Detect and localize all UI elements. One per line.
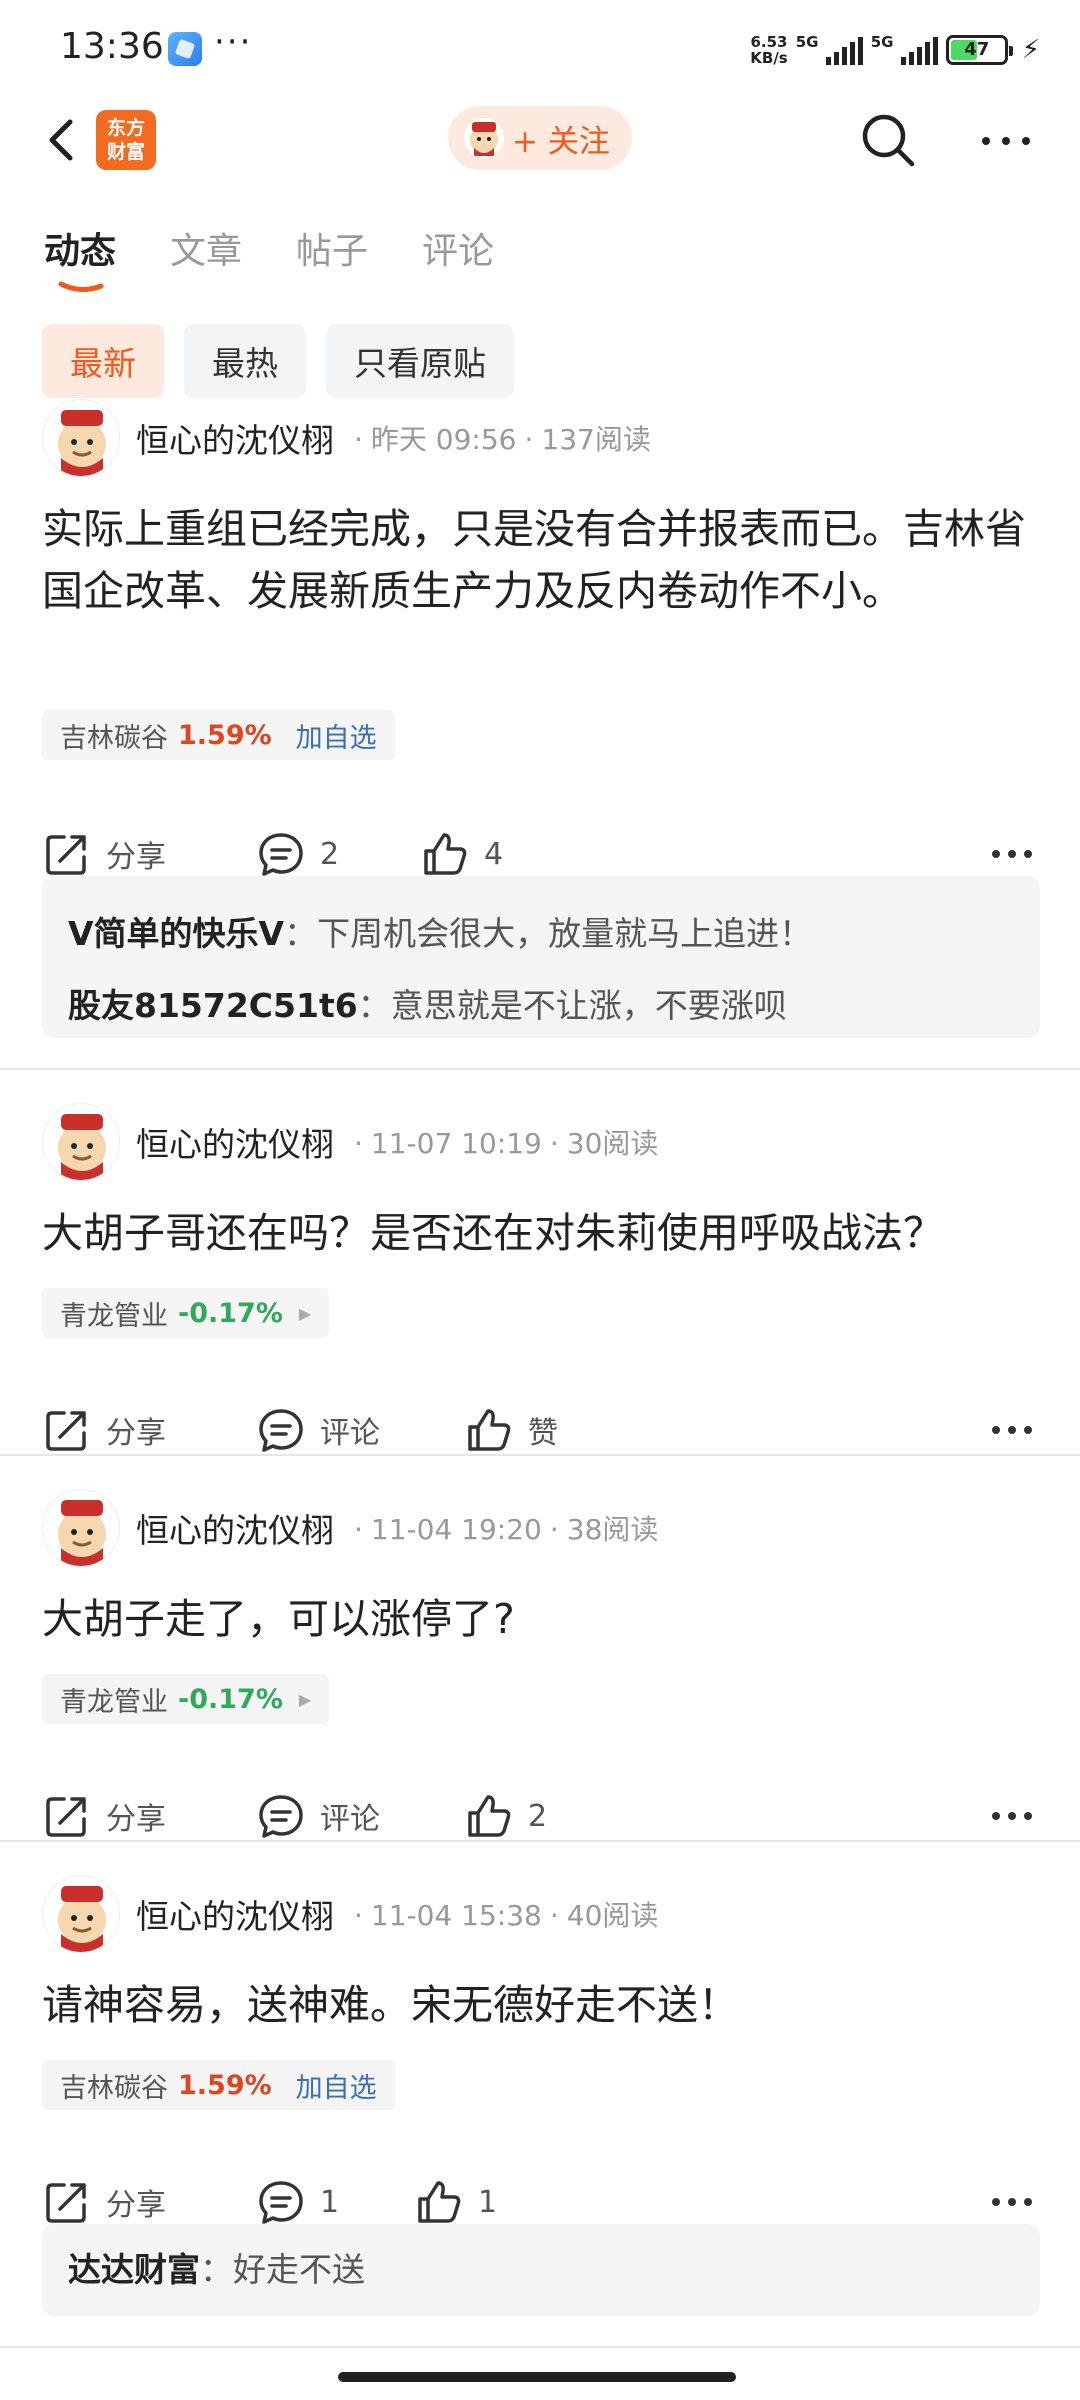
share-icon [46,1797,86,1837]
like-button[interactable]: 2 [464,1784,547,1848]
comment-preview[interactable]: V简单的快乐V：下周机会很大，放量就马上追进！ 股友81572C51t6：意思就… [42,876,1040,1038]
comment-button[interactable]: 评论 [256,1398,380,1462]
comment-icon [259,1409,303,1452]
comment-item: 股友81572C51t6：意思就是不让涨，不要涨呗 [68,986,787,1025]
comment-item: 达达财富：好走不送 [68,2250,365,2289]
share-button[interactable]: 分享 [42,1398,166,1462]
chevron-left-icon [49,119,73,161]
avatar [464,118,504,158]
author-name[interactable]: 恒心的沈仪栩 [136,414,334,462]
filter-original-only[interactable]: 只看原贴 [326,324,514,398]
caret-right-icon: ▶ [298,1689,312,1709]
comment-icon [259,833,303,876]
follow-button[interactable]: + 关注 [448,106,632,170]
comment-item: V简单的快乐V：下周机会很大，放量就马上追进！ [68,914,813,953]
stock-tag[interactable]: 青龙管业 -0.17% ▶ [42,1674,330,1724]
back-button[interactable] [36,110,96,170]
signal-icon: 5G [796,33,863,65]
tab-posts[interactable]: 帖子 [296,222,368,274]
feed-post: 恒心的沈仪栩 · 11-04 19:20 · 38阅读 大胡子走了，可以涨停了? 青龙… [0,1488,1080,1838]
stock-change: -0.17% [178,1297,283,1329]
more-notifications-icon: ··· [214,22,253,62]
avatar[interactable] [42,1489,120,1567]
filter-latest[interactable]: 最新 [42,324,164,398]
add-watchlist-link[interactable]: 加自选 [296,716,377,755]
more-horizontal-icon [982,137,1030,145]
more-horizontal-icon [992,1812,1032,1820]
comment-button[interactable]: 评论 [256,1784,380,1848]
feed-post: 恒心的沈仪栩 · 11-04 15:38 · 40阅读 请神容易，送神难。宋无德好走不… [0,1874,1080,2354]
post-actions: 分享 评论 2 [42,1784,1042,1848]
post-content[interactable]: 大胡子哥还在吗？是否还在对朱莉使用呼吸战法？ [42,1202,1042,1264]
tab-comments[interactable]: 评论 [422,222,494,274]
signal-icon: 5G [871,33,938,65]
divider [0,1454,1080,1456]
thumbs-up-icon [468,1795,511,1837]
active-tab-indicator [58,281,104,292]
share-icon [46,1411,86,1451]
app-notification-icon [168,32,202,66]
search-button[interactable] [856,108,920,172]
comment-preview[interactable]: 达达财富：好走不送 [42,2224,1040,2316]
comment-icon [259,1795,303,1838]
avatar[interactable] [42,399,120,477]
divider [0,2346,1080,2348]
filter-hottest[interactable]: 最热 [184,324,306,398]
tab-articles[interactable]: 文章 [170,222,242,274]
network-speed: 6.53 KB/s [750,33,788,67]
post-meta: · 11-07 10:19 · 30阅读 [354,1127,659,1160]
feed-post: 恒心的沈仪栩 · 昨天 09:56 · 137阅读 实际上重组已经完成，只是没有合并报… [0,398,1080,1070]
divider [0,1068,1080,1070]
stock-tag[interactable]: 吉林碳谷 1.59% 加自选 [42,710,395,760]
post-content[interactable]: 请神容易，送神难。宋无德好走不送！ [42,1974,1042,2036]
post-content[interactable]: 实际上重组已经完成，只是没有合并报表而已。吉林省国企改革、发展新质生产力及反内卷… [42,498,1042,622]
stock-change: -0.17% [178,1683,283,1715]
divider [0,1840,1080,1842]
status-bar: 13:36 ··· 6.53 KB/s 5G 5G 47 ⚡ [0,0,1080,100]
charging-icon: ⚡ [1021,35,1040,65]
post-more-button[interactable] [982,1398,1042,1462]
stock-tag[interactable]: 吉林碳谷 1.59% 加自选 [42,2060,395,2110]
home-indicator[interactable] [338,2372,736,2382]
post-content[interactable]: 大胡子走了，可以涨停了? [42,1588,1042,1650]
author-name[interactable]: 恒心的沈仪栩 [136,1118,334,1166]
post-more-button[interactable] [982,1784,1042,1848]
post-actions: 分享 评论 赞 [42,1398,1042,1462]
add-watchlist-link[interactable]: 加自选 [296,2066,377,2105]
thumbs-up-icon [468,1409,511,1451]
filter-chips: 最新 最热 只看原贴 [42,324,514,398]
comment-icon [259,2181,303,2224]
author-name[interactable]: 恒心的沈仪栩 [136,1504,334,1552]
stock-tag[interactable]: 青龙管业 -0.17% ▶ [42,1288,330,1338]
avatar[interactable] [42,1103,120,1181]
search-icon [862,114,915,167]
stock-change: 1.59% [178,719,272,751]
avatar[interactable] [42,1875,120,1953]
post-meta: · 11-04 19:20 · 38阅读 [354,1513,659,1546]
share-button[interactable]: 分享 [42,1784,166,1848]
feed-post: 恒心的沈仪栩 · 11-07 10:19 · 30阅读 大胡子哥还在吗？是否还在对朱莉… [0,1102,1080,1452]
more-options-button[interactable] [976,116,1036,166]
post-meta: · 昨天 09:56 · 137阅读 [354,423,651,456]
share-icon [46,2183,86,2223]
post-meta: · 11-04 15:38 · 40阅读 [354,1899,659,1932]
status-time: 13:36 [60,26,164,67]
share-icon [46,835,86,875]
tab-activity[interactable]: 动态 [44,222,116,292]
like-button[interactable]: 赞 [464,1398,558,1462]
more-horizontal-icon [992,1426,1032,1434]
author-name[interactable]: 恒心的沈仪栩 [136,1890,334,1938]
caret-right-icon: ▶ [298,1303,312,1323]
top-nav-bar: 东方 财富 + 关注 [0,100,1080,180]
thumbs-up-icon [424,833,467,875]
stock-change: 1.59% [178,2069,272,2101]
follow-label: + 关注 [512,123,610,160]
thumbs-up-icon [418,2181,461,2223]
battery-icon: 47 [945,35,1013,65]
profile-tabs: 动态 文章 帖子 评论 [44,222,494,292]
app-logo: 东方 财富 [96,110,156,170]
